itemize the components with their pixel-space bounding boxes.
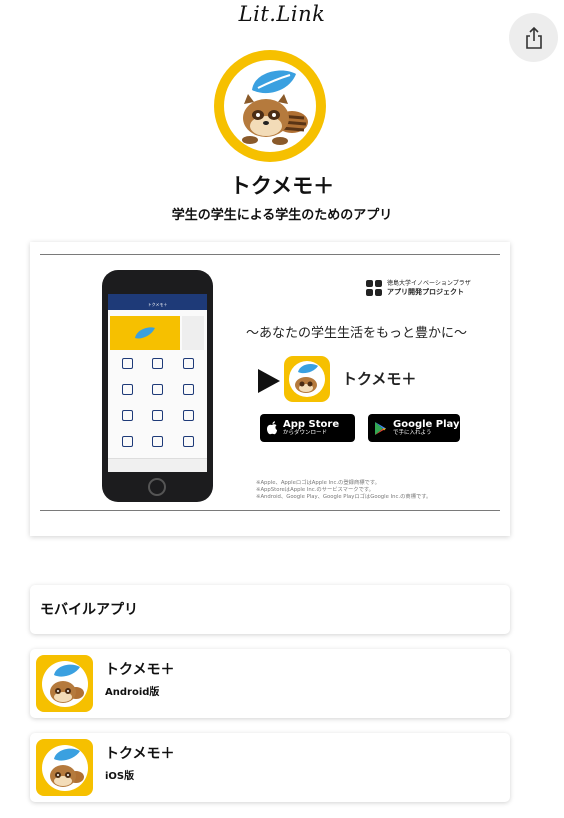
share-button[interactable] — [509, 13, 558, 62]
menu-cell — [143, 354, 174, 372]
section-header-card: モバイルアプリ — [30, 585, 510, 634]
project-logo-icon — [366, 280, 382, 296]
link-card-android[interactable]: トクメモ＋ Android版 — [30, 649, 510, 718]
calendar-icon — [121, 383, 133, 395]
menu-cell — [173, 432, 204, 450]
app-icon — [36, 739, 93, 796]
app-platform: Android版 — [105, 687, 160, 698]
section-title: モバイルアプリ — [40, 602, 138, 618]
menu-cell — [173, 354, 204, 372]
book-icon — [152, 383, 164, 395]
tanuki-leaf-icon — [41, 660, 88, 707]
phone-screen-header: トクメモ＋ — [108, 294, 207, 310]
app-store-sublabel: からダウンロード — [283, 430, 328, 436]
project-label: 徳島大学イノベーションプラザ アプリ開発プロジェクト — [387, 280, 471, 296]
menu-cell — [143, 380, 174, 398]
menu-cell — [112, 380, 143, 398]
google-play-icon — [375, 421, 386, 435]
calendar-icon — [152, 409, 164, 421]
app-name: トクメモ＋ — [105, 746, 175, 762]
banner-tagline: 〜あなたの学生生活をもっと豊かに〜 — [246, 326, 468, 341]
banner-divider-bottom — [40, 510, 500, 511]
trademark-note: ※AppStoreはApple Inc.のサービスマークです。 — [256, 487, 374, 493]
menu-cell — [173, 380, 204, 398]
phone-screen-side-panel — [182, 316, 204, 350]
grad-cap-icon — [183, 435, 195, 447]
menu-cell — [143, 432, 174, 450]
leaf-icon — [135, 327, 155, 339]
apple-icon — [267, 421, 277, 435]
grad-cap-icon — [152, 357, 164, 369]
google-play-sublabel: で手に入れよう — [393, 430, 432, 436]
phone-screen: トクメモ＋ — [108, 294, 207, 472]
profile-avatar — [214, 50, 326, 162]
trademark-note: ※Apple、AppleロゴはApple Inc.の登録商標です。 — [256, 480, 380, 486]
phone-screen-hero — [110, 316, 180, 350]
menu-cell — [143, 406, 174, 424]
app-store-badge[interactable]: App Store からダウンロード — [260, 414, 355, 442]
help-icon — [121, 409, 133, 421]
app-name: トクメモ＋ — [105, 662, 175, 678]
profile-name: トクメモ＋ — [229, 174, 335, 198]
project-name: アプリ開発プロジェクト — [387, 288, 464, 296]
play-arrow-icon — [258, 369, 280, 393]
profile-description: 学生の学生による学生のためのアプリ — [171, 208, 393, 223]
header-logo[interactable]: Lit.Link — [0, 2, 564, 26]
menu-cell — [112, 432, 143, 450]
banner-divider-top — [40, 254, 500, 255]
tanuki-leaf-icon — [242, 70, 308, 145]
trademark-notes: ※Apple、AppleロゴはApple Inc.の登録商標です。 ※AppSt… — [256, 480, 506, 501]
menu-cell — [112, 406, 143, 424]
google-play-label: Google Play — [393, 419, 460, 430]
app-platform: iOS版 — [105, 771, 135, 782]
chart-icon — [121, 435, 133, 447]
phone-screen-tab-bar — [108, 458, 207, 472]
phone-mockup: トクメモ＋ — [102, 270, 213, 502]
banner-app-name: トクメモ＋ — [342, 370, 417, 388]
promo-banner[interactable]: トクメモ＋ 徳島大学イノベーションプラザ アプリ開発プロジェクト 〜あなたの学生… — [30, 242, 510, 536]
menu-cell — [112, 354, 143, 372]
grad-cap-icon — [183, 409, 195, 421]
link-card-ios[interactable]: トクメモ＋ iOS版 — [30, 733, 510, 802]
project-org: 徳島大学イノベーションプラザ — [387, 280, 471, 287]
chart-icon — [152, 435, 164, 447]
trademark-note: ※Android、Google Play、Google PlayロゴはGoogl… — [256, 494, 432, 500]
app-icon — [36, 655, 93, 712]
phone-screen-menu-grid — [112, 354, 204, 450]
menu-cell — [173, 406, 204, 424]
google-play-badge[interactable]: Google Play で手に入れよう — [368, 414, 460, 442]
share-icon — [525, 26, 542, 49]
banner-app-icon — [284, 356, 330, 402]
grad-cap-icon — [121, 357, 133, 369]
app-store-label: App Store — [283, 419, 340, 430]
phone-home-button — [148, 478, 166, 496]
library-icon — [183, 383, 195, 395]
tanuki-leaf-icon — [41, 744, 88, 791]
tanuki-leaf-icon — [289, 361, 325, 397]
mail-icon — [183, 357, 195, 369]
